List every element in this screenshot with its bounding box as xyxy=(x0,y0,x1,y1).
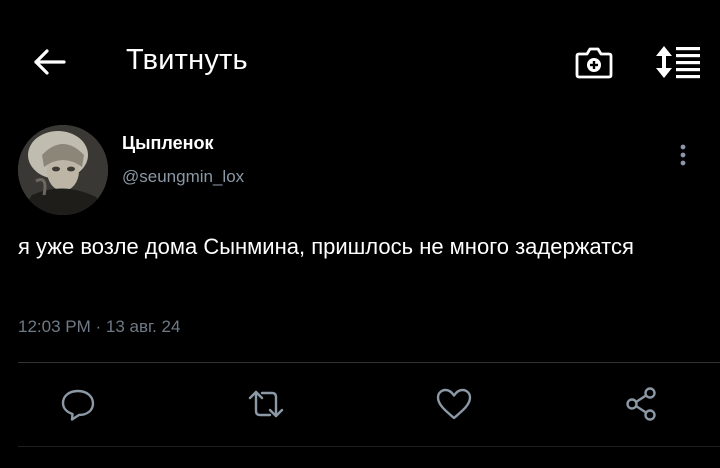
author-handle[interactable]: @seungmin_lox xyxy=(122,167,244,187)
top-bar: Твитнуть xyxy=(0,0,720,120)
arrow-left-icon xyxy=(34,49,66,75)
more-vertical-icon xyxy=(680,144,686,166)
avatar[interactable] xyxy=(18,125,108,215)
heart-icon xyxy=(436,388,472,420)
back-button[interactable] xyxy=(30,42,70,82)
more-options-button[interactable] xyxy=(672,142,694,170)
share-icon xyxy=(626,387,656,421)
author-display-name[interactable]: Цыпленок xyxy=(122,133,213,154)
avatar-photo xyxy=(18,125,108,215)
sort-button[interactable] xyxy=(654,42,702,82)
tweet-timestamp: 12:03 PM · 13 авг. 24 xyxy=(18,317,181,336)
camera-plus-icon xyxy=(575,47,613,79)
retweet-button[interactable] xyxy=(246,384,286,424)
like-button[interactable] xyxy=(434,384,474,424)
tweet-text: я уже возле дома Сынмина, пришлось не мн… xyxy=(18,234,634,259)
share-button[interactable] xyxy=(622,384,662,424)
sort-list-icon xyxy=(656,46,700,79)
retweet-icon xyxy=(248,390,284,418)
camera-button[interactable] xyxy=(574,42,614,82)
divider-bottom xyxy=(18,446,720,447)
divider xyxy=(18,362,720,363)
reply-button[interactable] xyxy=(58,384,98,424)
page-title: Твитнуть xyxy=(126,44,248,76)
reply-icon xyxy=(61,389,95,421)
